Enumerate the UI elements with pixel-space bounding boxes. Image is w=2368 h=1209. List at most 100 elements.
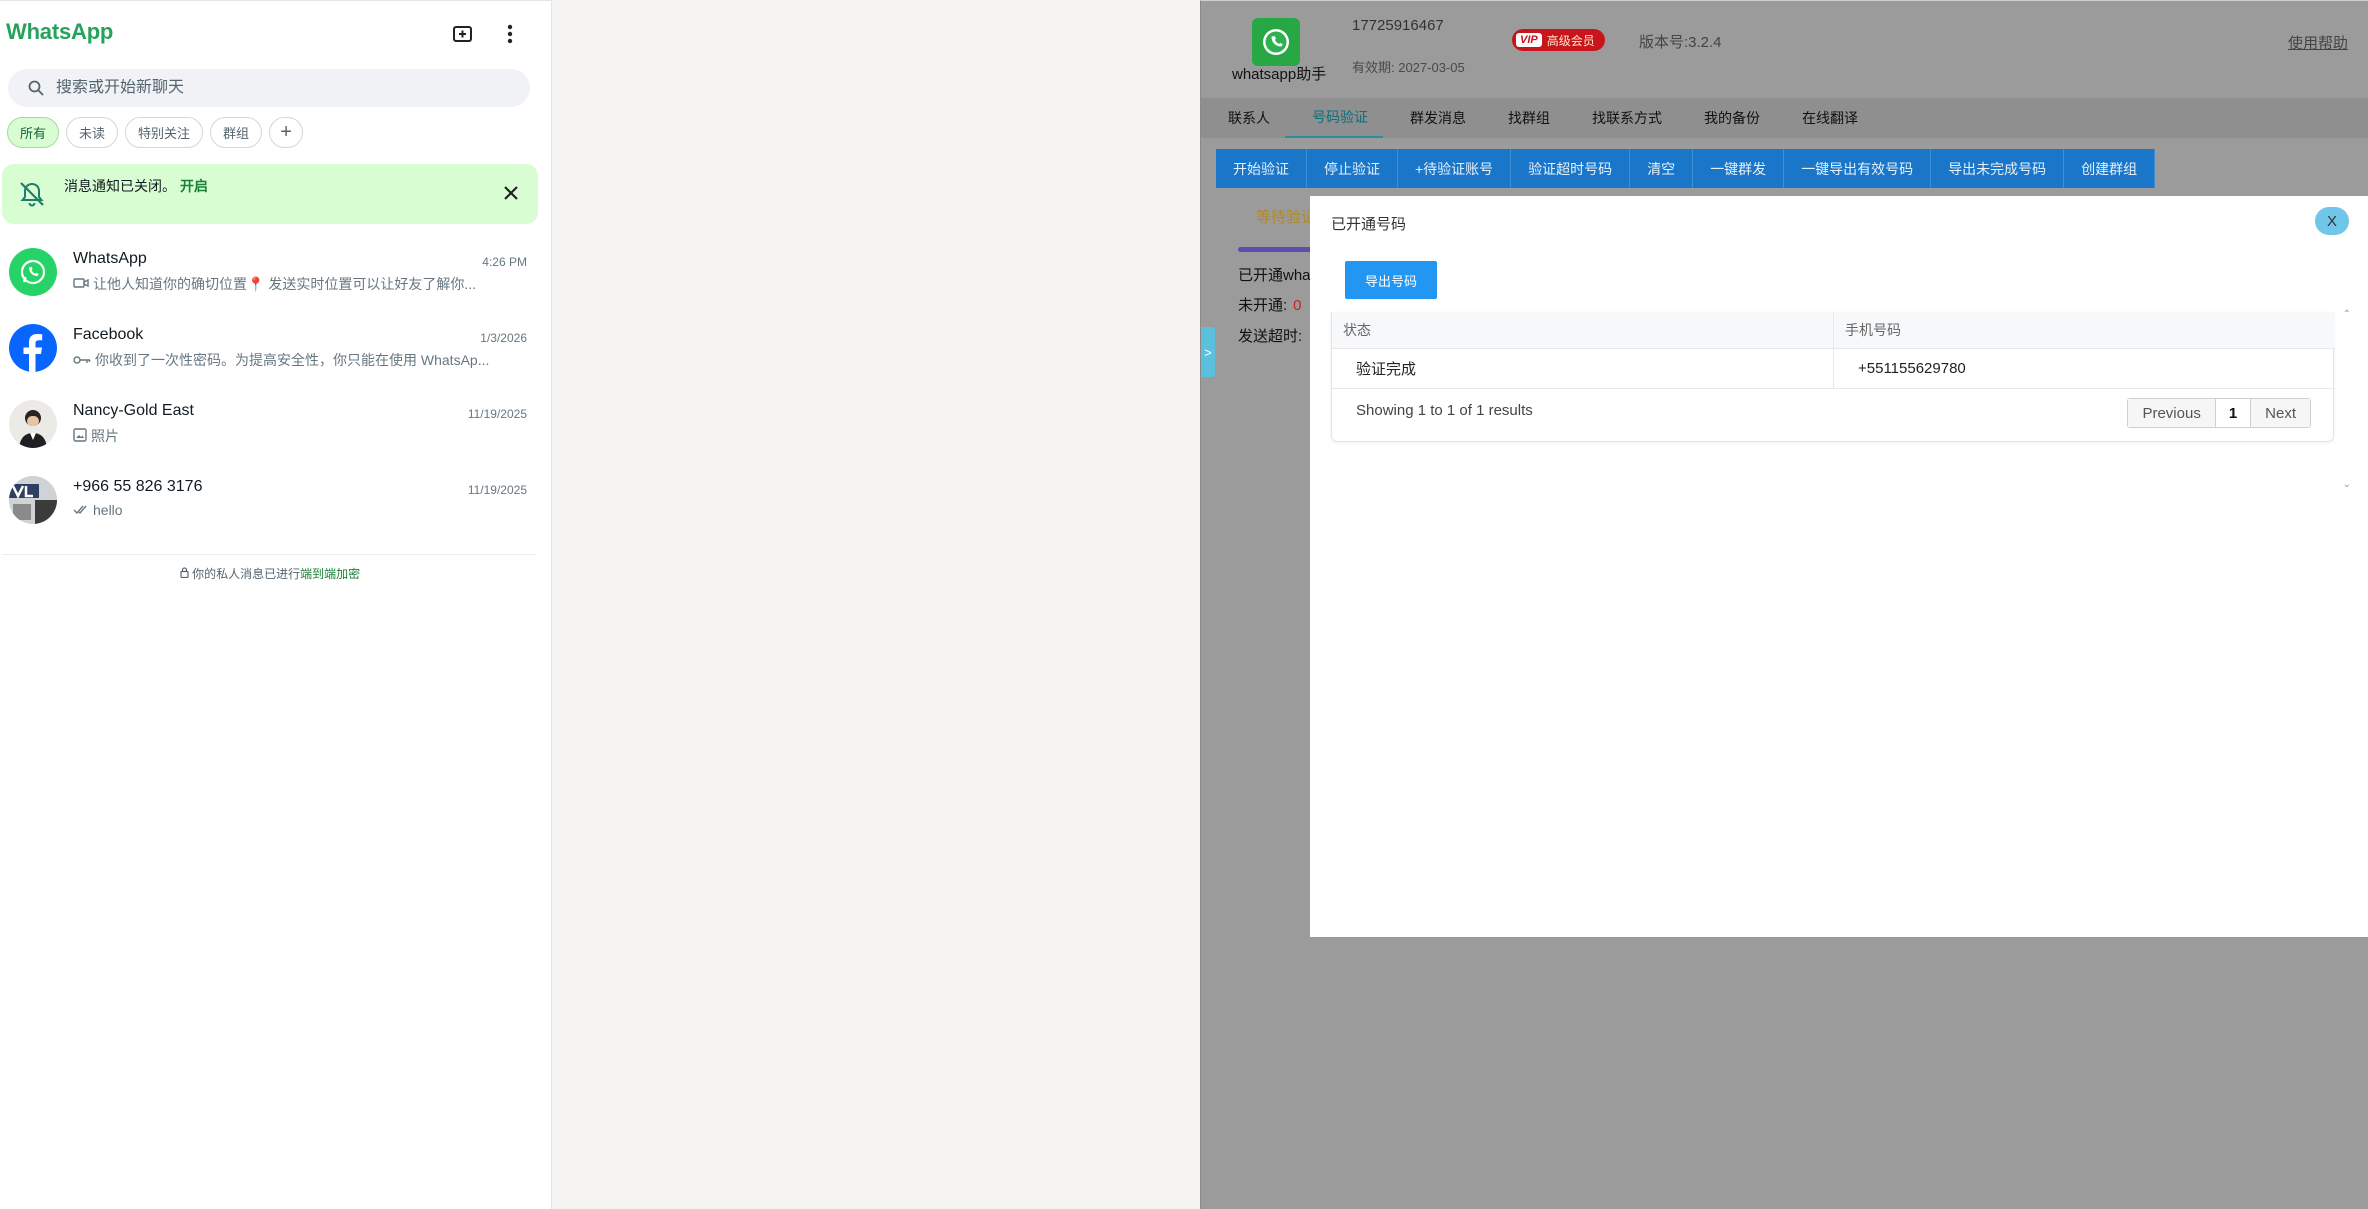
chat-item-facebook[interactable]: Facebook 1/3/2026 你收到了一次性密码。为提高安全性，你只能在使… <box>0 312 540 388</box>
pagination: Previous 1 Next <box>2127 398 2311 428</box>
dialog-title: 已开通号码 <box>1331 216 1407 233</box>
verify-toolbar: 开始验证 停止验证 +待验证账号 验证超时号码 清空 一键群发 一键导出有效号码… <box>1216 149 2156 188</box>
pending-tab[interactable]: 等待验证 <box>1256 206 1316 227</box>
scroll-down-icon[interactable]: ⌄ <box>2343 479 2351 490</box>
vip-badge: VIP 高级会员 <box>1512 29 1605 51</box>
add-pending-button[interactable]: +待验证账号 <box>1398 149 1512 188</box>
opened-count: 已开通wha <box>1238 267 1311 284</box>
search-icon <box>26 78 46 98</box>
column-status[interactable]: 状态 <box>1332 312 1834 349</box>
photo-icon <box>73 427 87 445</box>
nav-translate[interactable]: 在线翻译 <box>1775 98 1873 138</box>
whatsapp-chat-panel: WhatsApp 所有 未读 特别关注 群组 + 消息通知已关闭。开启 Wh <box>0 0 552 1209</box>
table-row: 验证完成 +551155629780 <box>1332 348 2335 389</box>
column-phone[interactable]: 手机号码 <box>1833 312 2335 349</box>
double-check-icon <box>73 502 89 518</box>
unopened-label: 未开通: <box>1238 297 1288 314</box>
chat-time: 11/19/2025 <box>467 483 527 497</box>
helper-logo-icon <box>1252 18 1300 66</box>
start-verify-button[interactable]: 开始验证 <box>1216 149 1307 188</box>
divider <box>2 554 536 555</box>
dialog-close-button[interactable]: X <box>2315 207 2349 235</box>
menu-dots-icon[interactable] <box>497 21 523 47</box>
contact-avatar <box>9 400 57 448</box>
chat-time: 1/3/2026 <box>480 331 527 345</box>
chat-filters: 所有 未读 特别关注 群组 + <box>7 117 304 148</box>
chat-preview: hello <box>73 502 523 518</box>
nav-number-verify[interactable]: 号码验证 <box>1285 98 1383 138</box>
filter-favorites[interactable]: 特别关注 <box>125 117 204 148</box>
stop-verify-button[interactable]: 停止验证 <box>1307 149 1398 188</box>
filter-all[interactable]: 所有 <box>7 117 60 148</box>
chat-item-whatsapp[interactable]: WhatsApp 4:26 PM 让他人知道你的确切位置📍 发送实时位置可以让好… <box>0 236 540 312</box>
nav-contacts[interactable]: 联系人 <box>1201 98 1285 138</box>
encryption-notice: 你的私人消息已进行端到端加密 <box>0 565 540 582</box>
facebook-logo-icon <box>9 324 57 372</box>
helper-logo-label: whatsapp助手 <box>1232 66 1327 83</box>
key-icon <box>73 352 91 368</box>
chat-name: Nancy-Gold East <box>73 402 194 419</box>
version-label: 版本号:3.2.4 <box>1639 34 1722 51</box>
create-group-button[interactable]: 创建群组 <box>2064 149 2156 188</box>
bell-off-icon <box>16 178 48 210</box>
help-link[interactable]: 使用帮助 <box>2288 32 2348 53</box>
page-1-button[interactable]: 1 <box>2214 399 2251 427</box>
filter-unread[interactable]: 未读 <box>66 117 119 148</box>
next-page-button[interactable]: Next <box>2250 399 2310 427</box>
lock-icon <box>180 567 189 581</box>
close-icon[interactable] <box>500 182 522 204</box>
scroll-up-icon[interactable]: ⌃ <box>2343 309 2351 320</box>
opened-numbers-dialog: 已开通号码 X 导出号码 状态 手机号码 验证完成 +551155629780 <box>1310 196 2368 937</box>
helper-nav: 联系人 号码验证 群发消息 找群组 找联系方式 我的备份 在线翻译 <box>1201 98 2368 138</box>
chat-name: +966 55 826 3176 <box>73 478 203 495</box>
progress-bar <box>1238 247 1318 252</box>
cell-phone: +551155629780 <box>1833 348 2335 389</box>
notice-text: 消息通知已关闭。 开启 <box>64 176 208 196</box>
filter-groups[interactable]: 群组 <box>210 117 263 148</box>
expire-date: 有效期: 2027-03-05 <box>1352 60 1465 75</box>
export-numbers-button[interactable]: 导出号码 <box>1345 261 1437 299</box>
notice-message: 消息通知已关闭。 <box>64 178 176 194</box>
chat-item-nancy[interactable]: Nancy-Gold East 11/19/2025 照片 <box>0 388 540 464</box>
enable-notifications-link[interactable]: 开启 <box>180 178 208 194</box>
chat-preview: 你收到了一次性密码。为提高安全性，你只能在使用 WhatsAp... <box>73 350 523 370</box>
chat-preview-text: 照片 <box>91 428 119 444</box>
chat-name: WhatsApp <box>73 250 147 267</box>
app-title: WhatsApp <box>6 19 114 44</box>
video-icon <box>73 276 89 292</box>
nav-my-backup[interactable]: 我的备份 <box>1677 98 1775 138</box>
export-unfinished-button[interactable]: 导出未完成号码 <box>1931 149 2065 188</box>
cell-status: 验证完成 <box>1332 348 1834 389</box>
search-input[interactable] <box>56 79 496 97</box>
encryption-link[interactable]: 端到端加密 <box>300 567 360 581</box>
numbers-table: 状态 手机号码 验证完成 +551155629780 Showing 1 to … <box>1331 312 2335 442</box>
notification-banner: 消息通知已关闭。 开启 <box>2 164 538 224</box>
bulk-send-button[interactable]: 一键群发 <box>1693 149 1785 188</box>
side-expand-tab[interactable]: > <box>1201 327 1215 377</box>
timeout-numbers-button[interactable]: 验证超时号码 <box>1511 149 1631 188</box>
new-chat-icon[interactable] <box>450 21 476 47</box>
account-phone: 17725916467 <box>1352 17 1444 34</box>
nav-find-groups[interactable]: 找群组 <box>1481 98 1565 138</box>
chat-item-phone-contact[interactable]: +966 55 826 3176 11/19/2025 hello <box>0 464 540 540</box>
nav-find-contacts[interactable]: 找联系方式 <box>1565 98 1677 138</box>
timeout-count: 发送超时: <box>1238 328 1303 345</box>
pagination-info: Showing 1 to 1 of 1 results <box>1356 402 1533 419</box>
chat-preview: 照片 <box>73 426 523 446</box>
unopened-count: 未开通: 0 <box>1238 294 1302 315</box>
chat-time: 11/19/2025 <box>467 407 527 421</box>
unopened-value: 0 <box>1293 297 1302 314</box>
filter-add-button[interactable]: + <box>269 117 304 148</box>
whatsapp-logo-icon <box>9 248 57 296</box>
chat-preview-text: hello <box>93 502 123 518</box>
previous-page-button[interactable]: Previous <box>2128 399 2215 427</box>
search-box[interactable] <box>8 69 530 107</box>
chat-preview-text: 你收到了一次性密码。为提高安全性，你只能在使用 WhatsAp... <box>95 352 490 368</box>
contact-avatar <box>9 476 57 524</box>
clear-button[interactable]: 清空 <box>1630 149 1694 188</box>
nav-bulk-message[interactable]: 群发消息 <box>1383 98 1481 138</box>
chat-preview-text: 让他人知道你的确切位置📍 发送实时位置可以让好友了解你... <box>93 276 476 292</box>
export-valid-button[interactable]: 一键导出有效号码 <box>1784 149 1932 188</box>
chat-list: WhatsApp 4:26 PM 让他人知道你的确切位置📍 发送实时位置可以让好… <box>0 236 540 540</box>
vip-tag: VIP <box>1516 33 1542 47</box>
